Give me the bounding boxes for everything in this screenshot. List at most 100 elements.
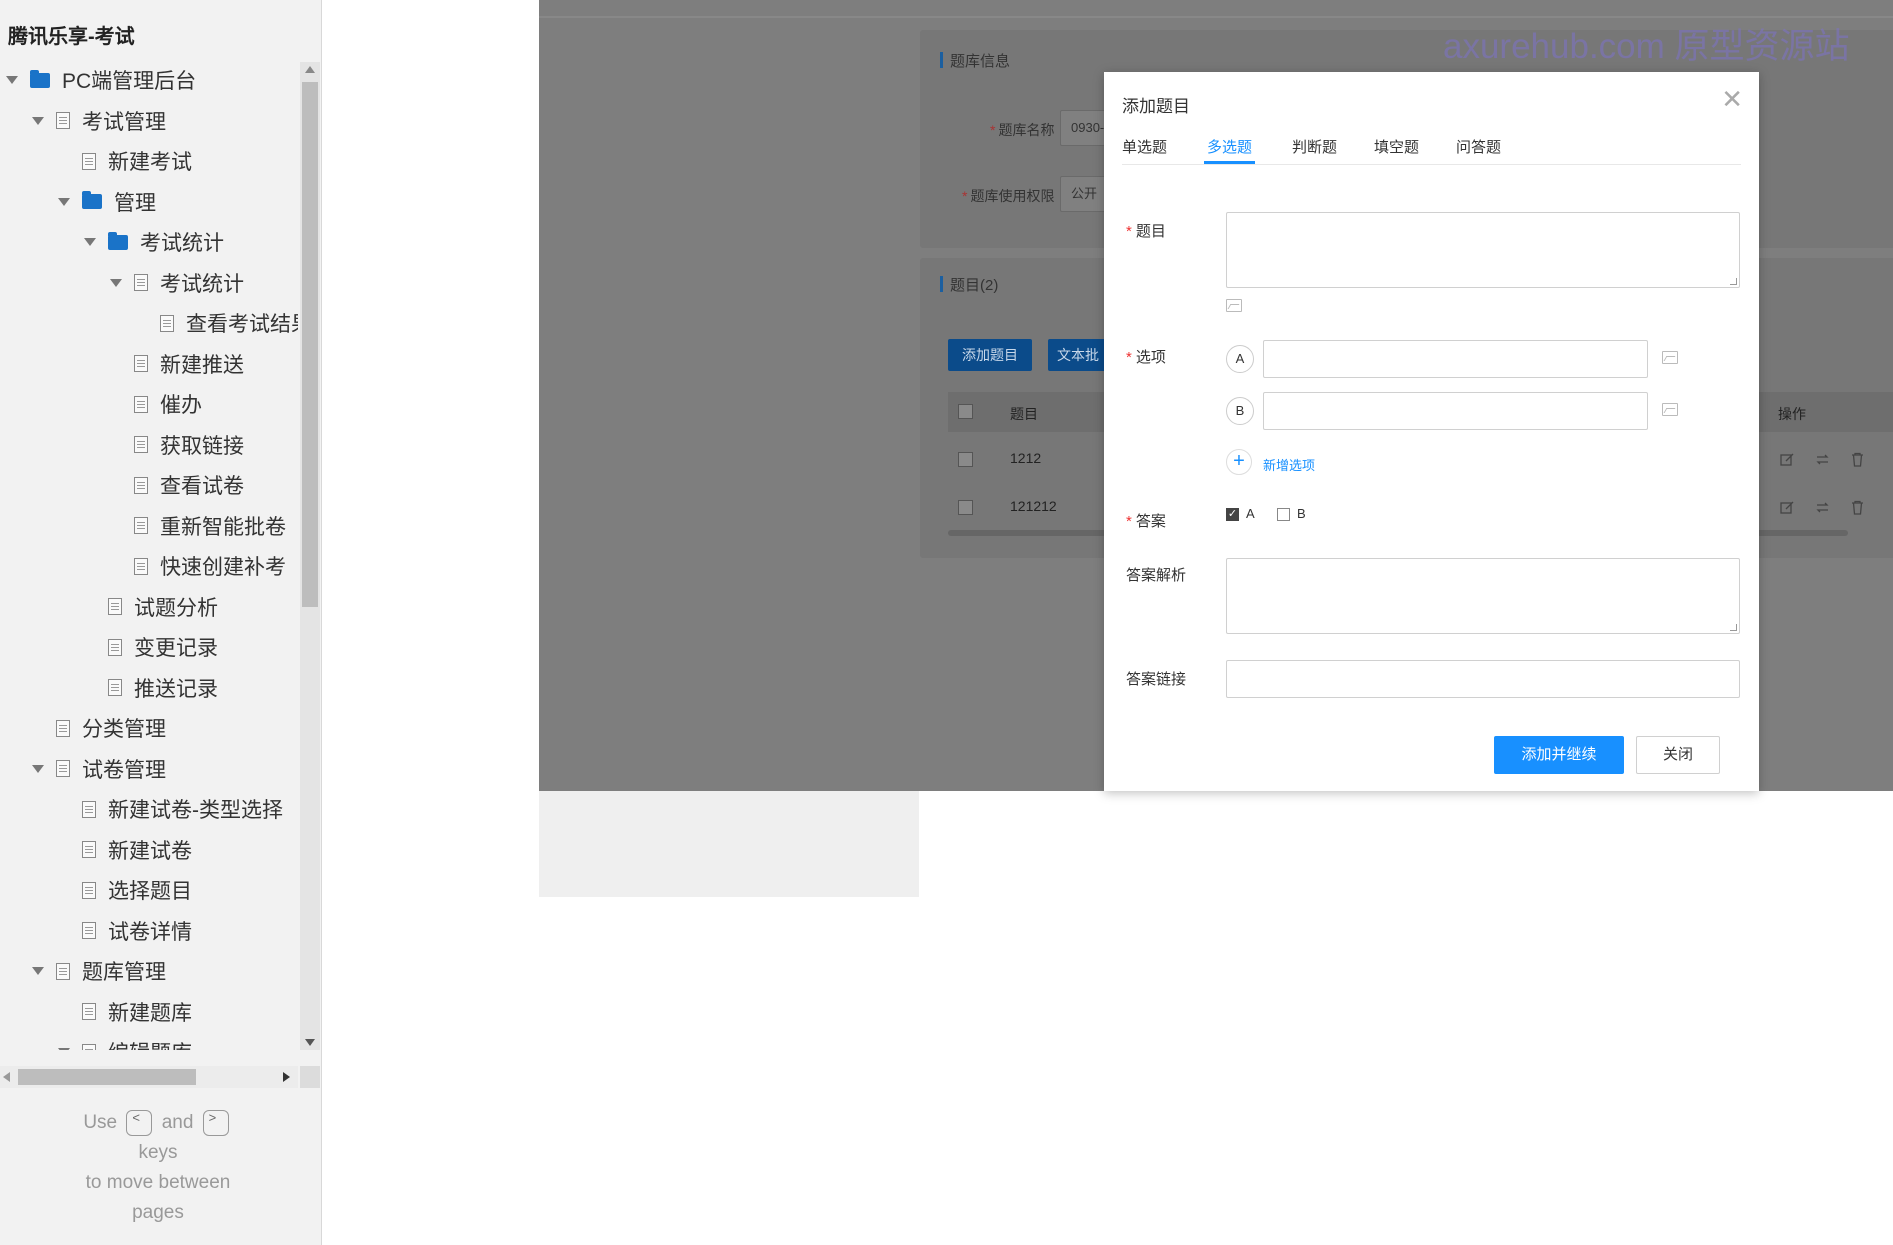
- delete-icon[interactable]: [1850, 500, 1865, 515]
- next-key-icon: >: [202, 1109, 229, 1136]
- question-textarea[interactable]: [1226, 212, 1740, 288]
- help-pages: pages: [132, 1202, 184, 1223]
- tree-item[interactable]: 快速创建补考: [110, 546, 286, 586]
- option-a-image-icon[interactable]: [1662, 351, 1678, 364]
- add-option-icon[interactable]: +: [1226, 449, 1252, 475]
- tree-item[interactable]: 题库管理: [32, 951, 166, 991]
- option-b-input[interactable]: [1263, 392, 1648, 430]
- lower-light-panel: [539, 791, 919, 897]
- edit-icon[interactable]: [1780, 500, 1795, 515]
- tree-item[interactable]: 考试统计: [110, 263, 244, 303]
- bank-perm-label: * 题库使用权限: [962, 188, 1055, 204]
- horizontal-scrollbar[interactable]: [0, 1066, 298, 1088]
- page-icon: [134, 476, 148, 494]
- page-icon: [82, 881, 96, 899]
- scroll-thumb[interactable]: [302, 82, 318, 607]
- question-type-tabs: 单选题 多选题 判断题 填空题 问答题: [1122, 122, 1741, 165]
- bank-name-label: * 题库名称: [990, 122, 1055, 138]
- edit-icon[interactable]: [1780, 452, 1795, 467]
- tree-item[interactable]: 查看考试结果: [136, 303, 298, 343]
- tree-item-label: 获取链接: [160, 434, 244, 458]
- page-icon: [82, 1043, 96, 1050]
- tree-item[interactable]: 新建题库: [58, 992, 192, 1032]
- page-icon: [82, 800, 96, 818]
- expand-arrow-icon[interactable]: [58, 1048, 70, 1050]
- row-checkbox[interactable]: [958, 452, 973, 467]
- scroll-left-arrow-icon[interactable]: [3, 1072, 10, 1082]
- tree-item[interactable]: 新建试卷: [58, 830, 192, 870]
- tree-item-label: 新建试卷-类型选择: [108, 799, 283, 822]
- option-b-image-icon[interactable]: [1662, 403, 1678, 416]
- insert-image-icon[interactable]: [1226, 299, 1242, 312]
- tree-item[interactable]: 推送记录: [84, 668, 218, 708]
- page-icon: [56, 112, 70, 129]
- tree-item[interactable]: 编辑题库: [58, 1032, 192, 1050]
- folder-icon: [108, 231, 128, 250]
- tree-item-label: 管理: [114, 191, 156, 215]
- tree-item[interactable]: 管理: [58, 182, 156, 222]
- close-icon[interactable]: ✕: [1721, 84, 1743, 115]
- expand-arrow-icon[interactable]: [110, 278, 122, 287]
- page-icon: [134, 395, 148, 413]
- tree-item[interactable]: 获取链接: [110, 425, 244, 465]
- tree-item[interactable]: 试题分析: [84, 587, 218, 627]
- tree-item[interactable]: 试卷详情: [58, 911, 192, 951]
- tree-item[interactable]: 变更记录: [84, 627, 218, 667]
- tree-item[interactable]: 考试管理: [32, 101, 166, 141]
- tree-item[interactable]: 催办: [110, 384, 202, 424]
- tree-item[interactable]: 新建推送: [110, 344, 244, 384]
- scroll-thumb-horizontal[interactable]: [18, 1069, 196, 1085]
- scroll-up-arrow-icon[interactable]: [305, 66, 315, 73]
- tree-item[interactable]: 分类管理: [32, 708, 166, 748]
- page-tree: PC端管理后台考试管理新建考试管理考试统计考试统计查看考试结果新建推送催办获取链…: [0, 60, 298, 1050]
- expand-arrow-icon[interactable]: [6, 76, 18, 84]
- select-all-checkbox[interactable]: [958, 404, 973, 419]
- tree-item[interactable]: 考试统计: [84, 222, 224, 262]
- answer-label: * 答案: [1126, 510, 1166, 531]
- questions-title: 题目(2): [939, 274, 998, 295]
- tree-item[interactable]: 新建考试: [58, 141, 192, 181]
- prev-key-icon: <: [126, 1109, 153, 1136]
- expand-arrow-icon[interactable]: [58, 197, 70, 206]
- move-icon[interactable]: [1815, 500, 1830, 515]
- expand-arrow-icon[interactable]: [84, 238, 96, 246]
- expand-arrow-icon[interactable]: [32, 967, 44, 975]
- add-option-link[interactable]: 新增选项: [1263, 455, 1315, 474]
- answer-a-checkbox[interactable]: ✓: [1226, 508, 1239, 521]
- tab-single-choice[interactable]: 单选题: [1122, 122, 1167, 164]
- page-icon: [134, 517, 148, 534]
- add-question-button[interactable]: 添加题目: [948, 339, 1032, 371]
- sidebar: 腾讯乐享-考试 PC端管理后台考试管理新建考试管理考试统计考试统计查看考试结果新…: [0, 0, 322, 1245]
- option-a-input[interactable]: [1263, 340, 1648, 378]
- tab-multiple-choice[interactable]: 多选题: [1204, 122, 1256, 164]
- bank-name-label-text: 题库名称: [998, 122, 1055, 138]
- vertical-scrollbar[interactable]: [300, 62, 320, 1050]
- text-import-button[interactable]: 文本批: [1048, 339, 1108, 371]
- delete-icon[interactable]: [1850, 452, 1865, 467]
- tab-fill-blank[interactable]: 填空题: [1374, 122, 1419, 164]
- answer-link-input[interactable]: [1226, 660, 1740, 698]
- expand-arrow-icon[interactable]: [32, 764, 44, 773]
- analysis-textarea[interactable]: [1226, 558, 1740, 634]
- col-ops-header: 操作: [1778, 406, 1806, 422]
- tree-item[interactable]: 新建试卷-类型选择: [58, 789, 283, 829]
- expand-arrow-icon[interactable]: [32, 116, 44, 125]
- close-button[interactable]: 关闭: [1636, 736, 1720, 774]
- tree-item-label: 快速创建补考: [160, 556, 286, 579]
- tree-item[interactable]: 查看试卷: [110, 465, 244, 505]
- tab-true-false[interactable]: 判断题: [1292, 122, 1337, 164]
- tree-item[interactable]: 试卷管理: [32, 749, 166, 789]
- tree-item[interactable]: 重新智能批卷: [110, 506, 286, 546]
- add-and-continue-button[interactable]: 添加并继续: [1494, 736, 1624, 774]
- move-icon[interactable]: [1815, 452, 1830, 467]
- tree-item[interactable]: PC端管理后台: [6, 60, 196, 100]
- page-icon: [82, 1003, 96, 1020]
- answer-b-checkbox[interactable]: [1277, 508, 1290, 521]
- tab-essay[interactable]: 问答题: [1456, 122, 1501, 164]
- scroll-right-arrow-icon[interactable]: [283, 1072, 290, 1082]
- row-checkbox[interactable]: [958, 500, 973, 515]
- scroll-down-arrow-icon[interactable]: [305, 1039, 315, 1046]
- tree-item[interactable]: 选择题目: [58, 870, 192, 910]
- bank-perm-label-text: 题库使用权限: [970, 188, 1055, 204]
- page-icon: [160, 314, 174, 332]
